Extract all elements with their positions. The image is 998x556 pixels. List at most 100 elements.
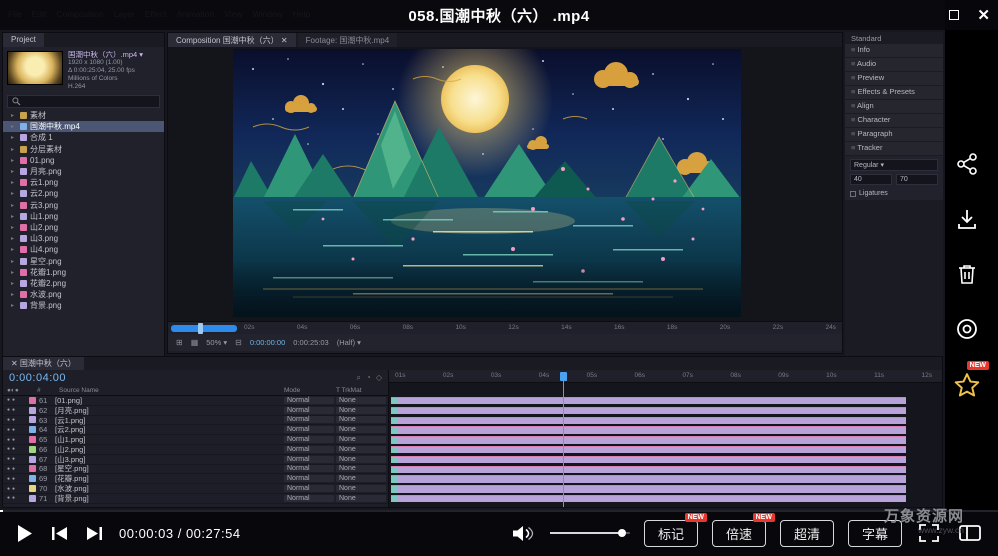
volume-knob[interactable] [618, 529, 626, 537]
grid-icon[interactable]: ⊟ [235, 338, 242, 347]
font-size-field[interactable]: 40 [850, 174, 892, 185]
blend-mode-select[interactable]: Normal [284, 475, 334, 482]
graph-editor-icon[interactable]: ◇ [376, 373, 382, 383]
layer-label-color[interactable] [29, 446, 36, 453]
layer-duration-bar[interactable] [391, 485, 906, 492]
project-item[interactable]: ▸ 合成 1 [3, 132, 164, 143]
visibility-eye-icon[interactable]: ●● [3, 495, 29, 501]
trkmat-select[interactable]: None [336, 465, 386, 472]
download-button[interactable] [955, 207, 979, 236]
visibility-eye-icon[interactable]: ●● [3, 466, 29, 472]
blend-mode-select[interactable]: Normal [284, 456, 334, 463]
layer-label-color[interactable] [29, 426, 36, 433]
panel-header[interactable]: Effects & Presets [845, 86, 943, 99]
layer-label-color[interactable] [29, 397, 36, 404]
blend-mode-select[interactable]: Normal [284, 436, 334, 443]
trkmat-select[interactable]: None [336, 485, 386, 492]
layer-label-color[interactable] [29, 475, 36, 482]
visibility-eye-icon[interactable]: ●● [3, 486, 29, 492]
panel-header[interactable]: Tracker [845, 142, 943, 155]
fullscreen-button[interactable] [916, 521, 942, 545]
project-item[interactable]: ▸ 花瓣1.png [3, 267, 164, 278]
panel-header[interactable]: Paragraph [845, 128, 943, 141]
visibility-eye-icon[interactable]: ●● [3, 476, 29, 482]
layer-duration-bar[interactable] [391, 446, 906, 453]
visibility-eye-icon[interactable]: ●● [3, 397, 29, 403]
volume-slider[interactable] [550, 532, 630, 534]
speed-button[interactable]: 倍速 NEW [712, 520, 766, 547]
zoom-level[interactable]: 50% ▾ [206, 338, 227, 347]
layer-label-color[interactable] [29, 416, 36, 423]
project-tab[interactable]: Project [3, 33, 44, 47]
trkmat-select[interactable]: None [336, 456, 386, 463]
favorite-button[interactable]: NEW [953, 372, 981, 405]
layer-duration-bar[interactable] [391, 436, 906, 443]
timeline-tab[interactable]: ✕ 国潮中秋（六） [3, 357, 84, 370]
comp-current-time[interactable]: 0:00:00:00 [250, 338, 285, 347]
layer-duration-bar[interactable] [391, 475, 906, 482]
composition-tab[interactable]: Composition 国潮中秋（六） ✕ [168, 33, 296, 47]
layer-label-color[interactable] [29, 465, 36, 472]
record-button[interactable] [955, 317, 979, 346]
project-item[interactable]: ▸ 月亮.png [3, 166, 164, 177]
share-button[interactable] [955, 152, 979, 181]
layer-duration-bar[interactable] [391, 495, 906, 502]
project-item[interactable]: ▸ 云2.png [3, 188, 164, 199]
mark-button[interactable]: 标记 NEW [644, 520, 698, 547]
layer-row[interactable]: ●● 71 [背景.png] Normal None [3, 494, 388, 504]
layer-duration-bar[interactable] [391, 456, 906, 463]
blend-mode-select[interactable]: Normal [284, 495, 334, 502]
layer-name[interactable]: [背景.png] [55, 493, 284, 504]
timeline-track-area[interactable]: 01s02s03s04s05s06s07s08s09s10s11s12s [389, 370, 942, 508]
project-item[interactable]: ▸ 山2.png [3, 222, 164, 233]
subtitle-button[interactable]: 字幕 [848, 520, 902, 547]
layer-label-color[interactable] [29, 456, 36, 463]
column-trkmat[interactable]: T TrkMat [336, 387, 388, 394]
project-item[interactable]: ▸ 星空.png [3, 255, 164, 266]
visibility-eye-icon[interactable]: ●● [3, 446, 29, 452]
trkmat-select[interactable]: None [336, 436, 386, 443]
layer-label-color[interactable] [29, 436, 36, 443]
delete-button[interactable] [955, 262, 979, 291]
font-style-select[interactable]: Regular ▾ [850, 159, 938, 171]
project-item[interactable]: ▸ 01.png [3, 155, 164, 166]
panel-header[interactable]: Audio [845, 58, 943, 71]
snapshot-icon[interactable]: ⊞ [176, 338, 183, 347]
quality-button[interactable]: 超清 [780, 520, 834, 547]
blend-mode-select[interactable]: Normal [284, 407, 334, 414]
project-search[interactable] [7, 95, 160, 108]
project-item[interactable]: ▸ 山1.png [3, 211, 164, 222]
layer-name[interactable]: [01.png] [55, 396, 284, 405]
trkmat-select[interactable]: None [336, 475, 386, 482]
blend-mode-select[interactable]: Normal [284, 397, 334, 404]
ligatures-checkbox[interactable]: Ligatures [850, 190, 938, 197]
close-button[interactable]: ✕ [977, 6, 990, 24]
trkmat-select[interactable]: None [336, 495, 386, 502]
timeline-current-time[interactable]: 0:00:04:00 [9, 372, 66, 384]
visibility-eye-icon[interactable]: ●● [3, 437, 29, 443]
project-item[interactable]: ▸ 山4.png [3, 244, 164, 255]
timeline-playhead[interactable] [563, 372, 564, 507]
motion-blur-icon[interactable]: ◔ [366, 373, 371, 383]
project-item[interactable]: ▸ 云3.png [3, 200, 164, 211]
layer-duration-bar[interactable] [391, 407, 906, 414]
project-item[interactable]: ▸ 云1.png [3, 177, 164, 188]
trkmat-select[interactable]: None [336, 426, 386, 433]
composition-viewport[interactable] [168, 47, 842, 321]
resolution-select[interactable]: (Half) ▾ [337, 338, 361, 347]
blend-mode-select[interactable]: Normal [284, 426, 334, 433]
project-item[interactable]: ▸ 国潮中秋.mp4 [3, 121, 164, 132]
panel-header[interactable]: Character [845, 114, 943, 127]
layer-duration-bar[interactable] [391, 397, 906, 404]
next-button[interactable] [84, 524, 105, 543]
visibility-eye-icon[interactable]: ●● [3, 407, 29, 413]
theater-mode-button[interactable] [956, 521, 984, 545]
layer-label-color[interactable] [29, 485, 36, 492]
column-mode[interactable]: Mode [284, 387, 336, 394]
trkmat-select[interactable]: None [336, 397, 386, 404]
layer-label-color[interactable] [29, 495, 36, 502]
comp-time-navigator[interactable]: 02s04s06s08s10s12s14s16s18s20s22s24s [168, 321, 842, 334]
project-search-input[interactable] [24, 97, 144, 106]
visibility-eye-icon[interactable]: ●● [3, 417, 29, 423]
panel-header[interactable]: Preview [845, 72, 943, 85]
